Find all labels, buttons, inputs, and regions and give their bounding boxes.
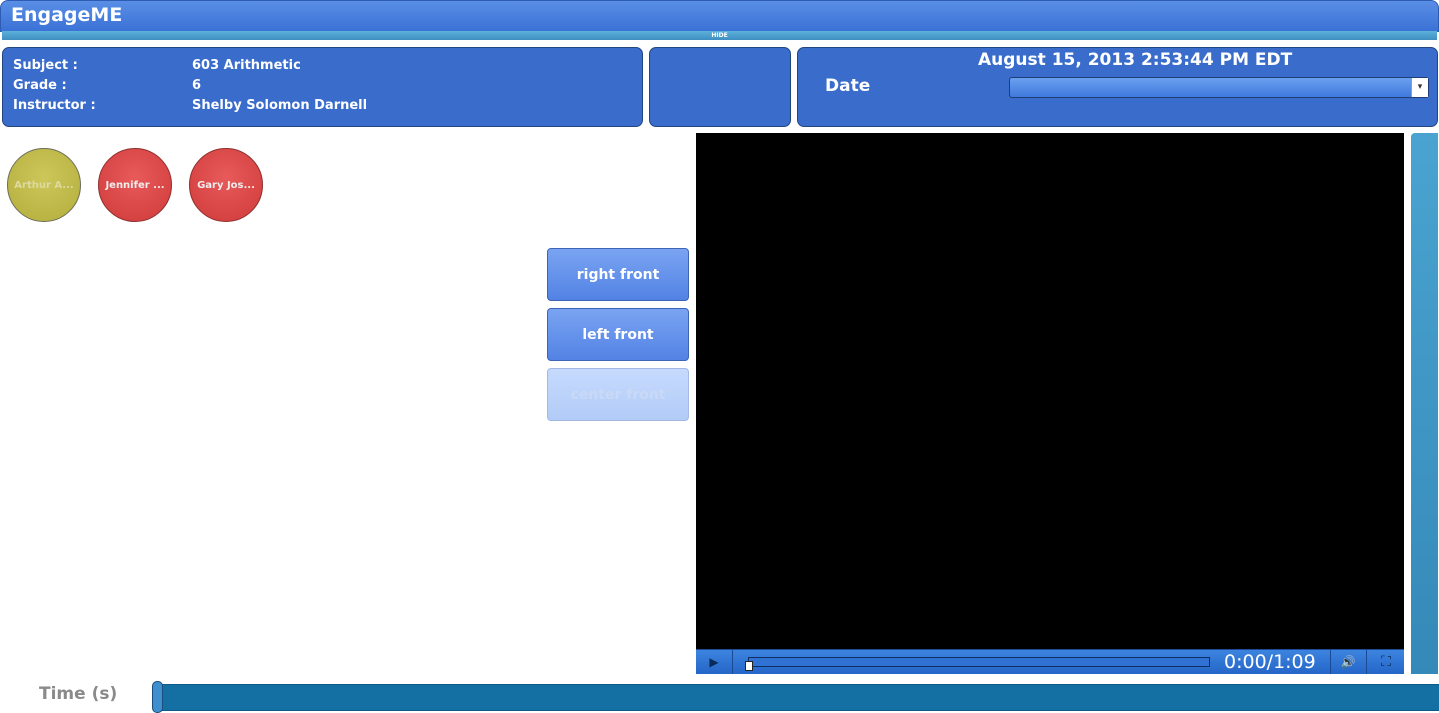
right-front-camera-button[interactable]: right front (547, 248, 689, 301)
right-front-label: right front (576, 266, 660, 283)
chevron-down-icon[interactable]: ▾ (1411, 78, 1428, 97)
instructor-value: Shelby Solomon Darnell (192, 98, 368, 113)
scrubber-handle[interactable] (745, 661, 753, 671)
course-info-panel: Subject : 603 Arithmetic Grade : 6 Instr… (2, 47, 643, 127)
left-front-label: left front (582, 326, 654, 343)
third-camera-button: center front (547, 368, 689, 421)
title-bar: EngageME (0, 0, 1439, 32)
time-axis-label: Time (s) (39, 684, 118, 704)
side-panel-tab[interactable] (1411, 133, 1438, 674)
timeline-slider[interactable] (156, 684, 1439, 711)
student-bubble[interactable]: Jennifer ... (98, 148, 172, 222)
student-bubble[interactable]: Gary Jos... (189, 148, 263, 222)
student-name: Gary Jos... (197, 179, 255, 191)
date-label: Date (825, 76, 871, 96)
student-bubble[interactable]: Arthur A... (7, 148, 81, 222)
fullscreen-icon[interactable]: ⛶ (1366, 650, 1405, 674)
third-camera-label: center front (570, 386, 666, 403)
play-icon[interactable]: ▶ (696, 650, 733, 674)
hide-label: HIDE (711, 32, 728, 39)
video-controls: ▶ 0:00/1:09 🔊 ⛶ (696, 649, 1404, 674)
date-panel: August 15, 2013 2:53:44 PM EDT Date ▾ (797, 47, 1438, 127)
current-datetime: August 15, 2013 2:53:44 PM EDT (978, 50, 1293, 70)
video-time: 0:00/1:09 (1224, 651, 1316, 673)
timeline-handle[interactable] (152, 681, 163, 713)
grade-value: 6 (192, 78, 202, 93)
video-scrubber[interactable] (748, 657, 1210, 667)
instructor-label: Instructor : (13, 98, 96, 113)
left-front-camera-button[interactable]: left front (547, 308, 689, 361)
student-name: Jennifer ... (105, 179, 165, 191)
hide-toggle-bar[interactable]: HIDE (2, 31, 1437, 40)
app-title: EngageME (11, 4, 123, 26)
subject-value: 603 Arithmetic (192, 58, 301, 73)
date-dropdown[interactable]: ▾ (1009, 77, 1429, 98)
volume-icon[interactable]: 🔊 (1330, 650, 1365, 674)
grade-label: Grade : (13, 78, 67, 93)
blank-panel (649, 47, 791, 127)
video-player[interactable] (696, 133, 1404, 649)
student-name: Arthur A... (14, 179, 74, 191)
subject-label: Subject : (13, 58, 78, 73)
